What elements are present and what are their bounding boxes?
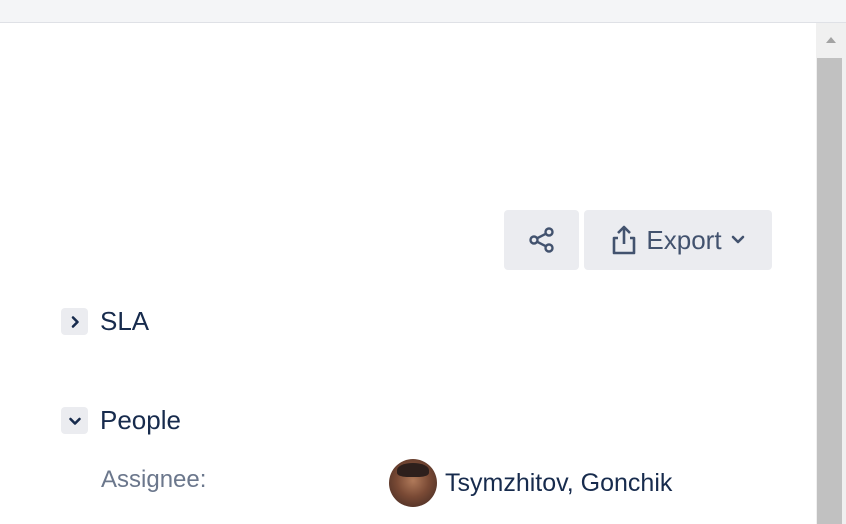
assignee-value[interactable]: Tsymzhitov, Gonchik — [389, 459, 672, 507]
top-bar — [0, 0, 846, 23]
section-title-people: People — [100, 405, 181, 435]
chevron-right-icon — [71, 315, 79, 328]
people-collapse-toggle[interactable] — [61, 407, 88, 434]
assignee-label: Assignee: — [101, 466, 207, 493]
share-button[interactable] — [504, 210, 579, 270]
assignee-name[interactable]: Tsymzhitov, Gonchik — [445, 469, 672, 498]
export-button[interactable]: Export — [584, 210, 772, 270]
scrollbar-thumb[interactable] — [817, 58, 842, 524]
export-label: Export — [646, 224, 722, 255]
avatar[interactable] — [389, 459, 437, 507]
sla-expand-toggle[interactable] — [61, 308, 88, 335]
section-sla[interactable]: SLA — [61, 306, 149, 337]
share-icon — [528, 227, 554, 253]
upload-icon — [613, 225, 636, 255]
section-title-sla: SLA — [100, 306, 150, 336]
triangle-up-icon — [826, 37, 836, 43]
section-people[interactable]: People — [61, 405, 181, 436]
chevron-down-icon — [68, 417, 81, 425]
scroll-up-arrow[interactable] — [816, 23, 846, 57]
chevron-down-icon — [731, 235, 744, 244]
